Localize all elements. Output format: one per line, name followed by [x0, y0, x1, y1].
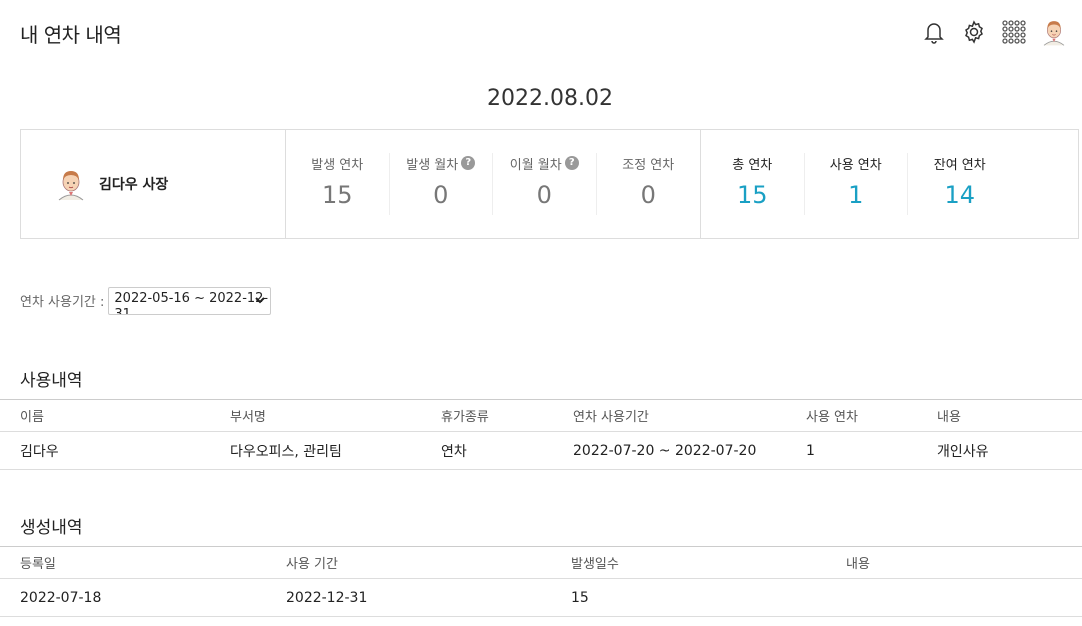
stat-label: 조정 연차 — [622, 157, 675, 173]
usage-section-title: 사용내역 — [20, 371, 83, 391]
stat-used: 사용 연차 1 — [805, 153, 908, 215]
table-cell: 연차 — [441, 443, 467, 460]
usage-table: 이름 부서명 휴가종류 연차 사용기간 사용 연차 내용 김다우 다우오피스, … — [0, 399, 1082, 470]
column-header: 부서명 — [230, 410, 266, 425]
period-filter: 연차 사용기간 : 2022-05-16 ~ 2022-12-31 — [20, 287, 272, 315]
generation-section-title: 생성내역 — [20, 518, 83, 538]
table-row[interactable]: 2022-07-18 2022-12-31 15 — [0, 579, 1082, 617]
stat-total: 총 연차 15 — [701, 153, 805, 215]
gear-icon[interactable] — [954, 14, 994, 50]
period-select-value: 2022-05-16 ~ 2022-12-31 — [114, 291, 269, 315]
current-date: 2022.08.02 — [487, 86, 613, 111]
apps-grid-icon[interactable] — [994, 14, 1034, 50]
stat-value: 0 — [433, 181, 449, 209]
stat-value: 0 — [640, 181, 656, 209]
help-icon[interactable]: ? — [564, 156, 579, 170]
stat-adjusted: 조정 연차 0 — [597, 153, 701, 215]
period-label: 연차 사용기간 : — [20, 295, 105, 310]
header-actions — [914, 14, 1074, 50]
stat-label: 잔여 연차 — [933, 157, 986, 173]
stat-label: 이월 월차? — [493, 153, 596, 173]
column-header: 이름 — [20, 410, 44, 425]
stat-carryover-monthly: 이월 월차? 0 — [493, 153, 597, 215]
chevron-down-icon — [255, 297, 266, 304]
stat-label: 발생 연차 — [311, 157, 364, 173]
column-header: 사용 기간 — [286, 557, 338, 572]
column-header: 내용 — [937, 410, 961, 425]
column-header: 등록일 — [20, 557, 56, 572]
column-header: 발생일수 — [571, 557, 619, 572]
table-cell: 2022-07-18 — [20, 589, 102, 606]
app-header: 내 연차 내역 — [0, 0, 1082, 66]
column-header: 연차 사용기간 — [573, 410, 649, 425]
stat-value: 14 — [944, 181, 976, 209]
stat-label: 총 연차 — [732, 157, 773, 173]
generation-table: 등록일 사용 기간 발생일수 내용 2022-07-18 2022-12-31 … — [0, 546, 1082, 617]
table-cell: 2022-07-20 ~ 2022-07-20 — [573, 442, 757, 459]
table-cell: 개인사유 — [937, 443, 989, 460]
table-cell: 2022-12-31 — [286, 589, 368, 606]
period-select[interactable]: 2022-05-16 ~ 2022-12-31 — [108, 287, 272, 315]
column-header: 휴가종류 — [441, 410, 489, 425]
leave-summary-panel: 김다우 사장 발생 연차 15 발생 월차? 0 이월 월차? 0 조정 연차 … — [20, 129, 1079, 239]
table-header-row: 이름 부서명 휴가종류 연차 사용기간 사용 연차 내용 — [0, 399, 1082, 432]
table-cell: 1 — [806, 442, 815, 459]
page-title: 내 연차 내역 — [20, 23, 122, 47]
stat-remaining: 잔여 연차 14 — [908, 153, 1012, 215]
avatar[interactable] — [1034, 14, 1074, 50]
stat-value: 1 — [848, 181, 864, 209]
stat-value: 0 — [536, 181, 552, 209]
table-cell: 다우오피스, 관리팀 — [230, 443, 342, 460]
bell-icon[interactable] — [914, 14, 954, 50]
table-cell: 김다우 — [20, 443, 59, 460]
table-row[interactable]: 김다우 다우오피스, 관리팀 연차 2022-07-20 ~ 2022-07-2… — [0, 432, 1082, 470]
stat-issued-annual: 발생 연차 15 — [286, 153, 390, 215]
column-header: 사용 연차 — [806, 410, 858, 425]
stat-value: 15 — [736, 181, 768, 209]
profile-avatar — [58, 171, 84, 201]
profile-block: 김다우 사장 — [21, 130, 286, 238]
issued-stats: 발생 연차 15 발생 월차? 0 이월 월차? 0 조정 연차 0 — [286, 130, 701, 238]
help-icon[interactable]: ? — [461, 156, 476, 170]
stat-value: 15 — [321, 181, 353, 209]
stat-label: 사용 연차 — [829, 157, 882, 173]
stat-issued-monthly: 발생 월차? 0 — [390, 153, 493, 215]
column-header: 내용 — [846, 557, 870, 572]
profile-name: 김다우 사장 — [99, 177, 169, 193]
table-header-row: 등록일 사용 기간 발생일수 내용 — [0, 546, 1082, 579]
stat-label: 발생 월차? — [390, 153, 493, 173]
total-stats: 총 연차 15 사용 연차 1 잔여 연차 14 — [701, 130, 1078, 238]
table-cell: 15 — [571, 589, 589, 606]
